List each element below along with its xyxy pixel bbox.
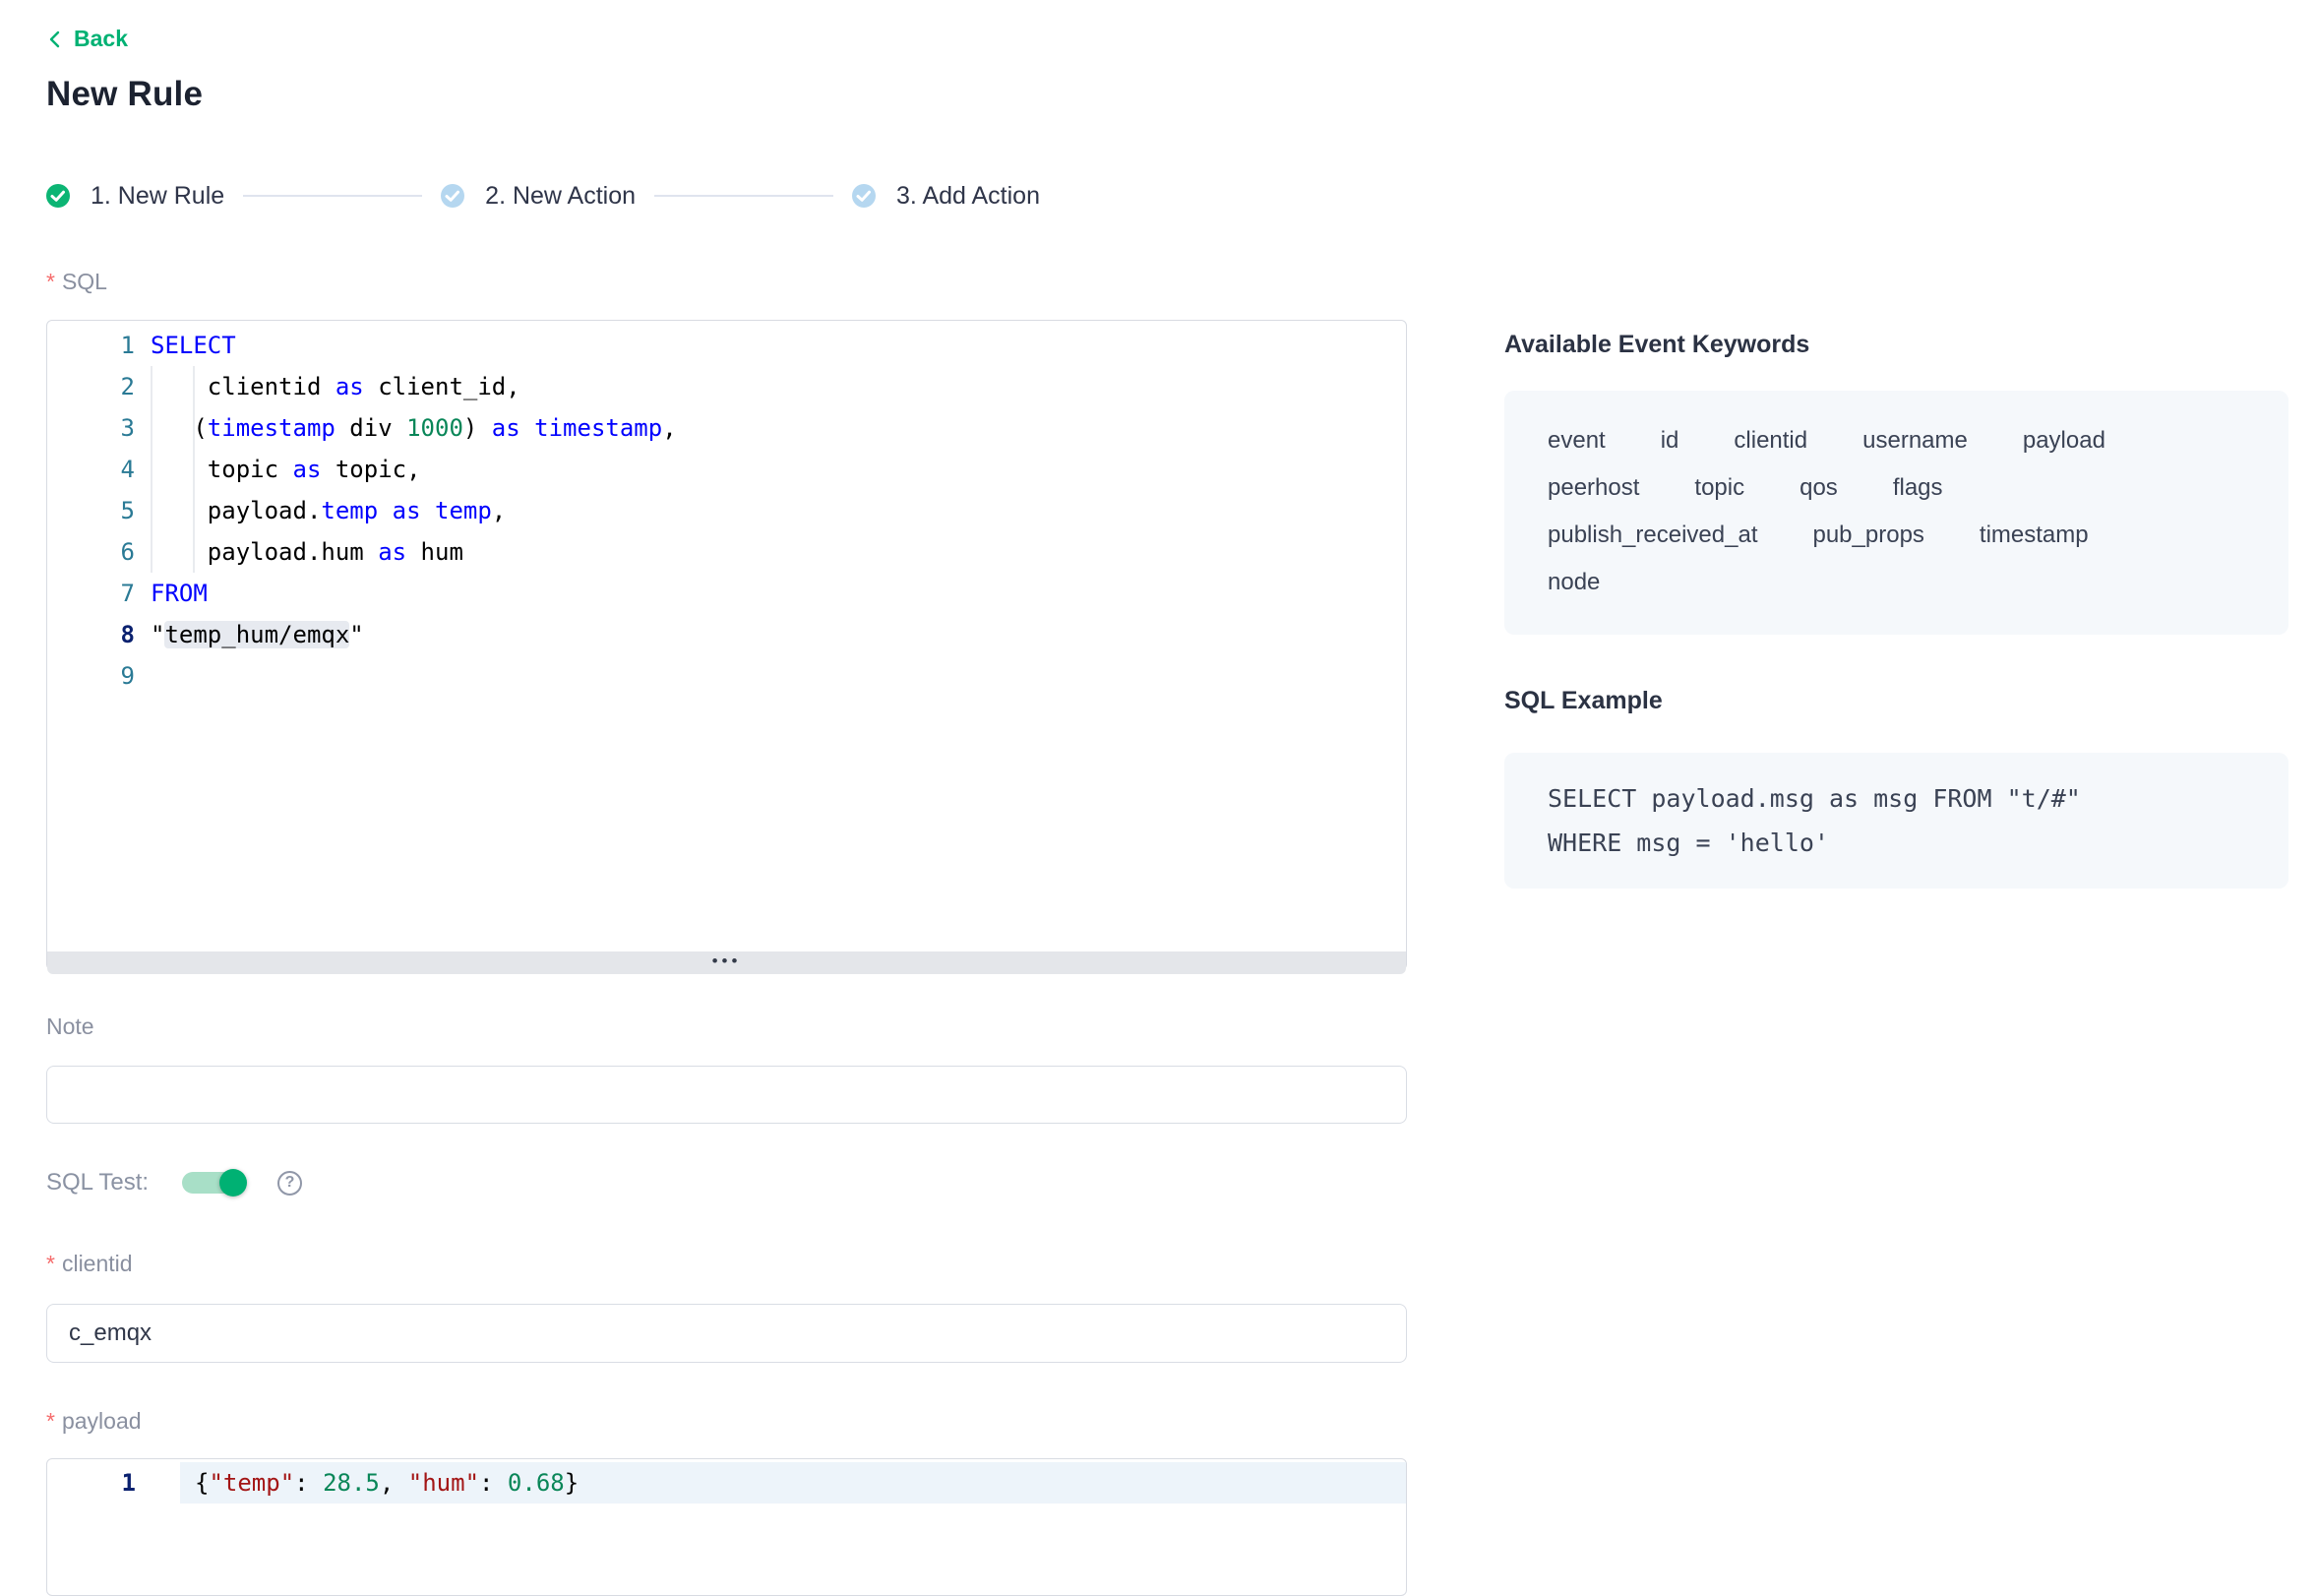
event-keyword: id bbox=[1661, 427, 1679, 455]
line-number: 1 bbox=[47, 332, 151, 359]
required-asterisk: * bbox=[46, 1251, 55, 1276]
line-number: 5 bbox=[47, 497, 151, 524]
step-item[interactable]: 2. New Action bbox=[441, 182, 636, 211]
step-label: 1. New Rule bbox=[91, 182, 224, 211]
keyword-row: peerhost topic qos flags bbox=[1548, 464, 2245, 512]
line-number: 3 bbox=[47, 414, 151, 442]
sql-editor-resize-handle[interactable]: ••• bbox=[47, 951, 1406, 974]
event-keyword: flags bbox=[1893, 474, 1943, 502]
step-item[interactable]: 3. Add Action bbox=[852, 182, 1040, 211]
line-code: SELECT bbox=[151, 332, 236, 359]
event-keyword: clientid bbox=[1734, 427, 1807, 455]
resize-dots-icon: ••• bbox=[712, 952, 742, 969]
sql-editor-code-area[interactable]: 1SELECT2 clientid as client_id,3 (timest… bbox=[47, 321, 1406, 951]
required-asterisk: * bbox=[46, 269, 55, 294]
payload-field-label: *payload bbox=[46, 1408, 142, 1435]
line-number: 6 bbox=[47, 538, 151, 566]
sql-example-title: SQL Example bbox=[1504, 687, 1663, 715]
code-line: 9 bbox=[47, 655, 1406, 697]
code-line: 2 clientid as client_id, bbox=[47, 366, 1406, 407]
event-keyword: username bbox=[1862, 427, 1968, 455]
payload-editor[interactable]: 1{"temp": 28.5, "hum": 0.68} bbox=[46, 1458, 1407, 1596]
sql-test-label: SQL Test: bbox=[46, 1169, 149, 1197]
step-connector bbox=[243, 195, 422, 197]
event-keyword: pub_props bbox=[1812, 522, 1923, 549]
sql-editor[interactable]: 1SELECT2 clientid as client_id,3 (timest… bbox=[46, 320, 1407, 970]
sql-example-line: WHERE msg = 'hello' bbox=[1548, 821, 2245, 865]
line-code: payload.temp as temp, bbox=[151, 497, 506, 524]
line-code: "temp_hum/emqx" bbox=[151, 621, 364, 648]
event-keyword: qos bbox=[1800, 474, 1838, 502]
keyword-row: node bbox=[1548, 559, 2245, 606]
line-code: topic as topic, bbox=[151, 456, 421, 483]
event-keyword: topic bbox=[1694, 474, 1744, 502]
sql-example-box: SELECT payload.msg as msg FROM "t/#"WHER… bbox=[1504, 753, 2288, 889]
clientid-field-label: *clientid bbox=[46, 1251, 133, 1277]
sql-field-label: *SQL bbox=[46, 269, 107, 295]
event-keyword: payload bbox=[2023, 427, 2105, 455]
line-code: payload.hum as hum bbox=[151, 538, 463, 566]
note-field-label: Note bbox=[46, 1013, 94, 1040]
line-code: clientid as client_id, bbox=[151, 373, 520, 400]
step-connector bbox=[654, 195, 833, 197]
code-line: 6 payload.hum as hum bbox=[47, 531, 1406, 573]
step-check-icon bbox=[441, 184, 464, 208]
code-line: 1SELECT bbox=[47, 325, 1406, 366]
line-number: 7 bbox=[47, 580, 151, 607]
event-keyword: node bbox=[1548, 569, 1600, 596]
line-number: 8 bbox=[47, 621, 151, 648]
help-icon[interactable]: ? bbox=[277, 1171, 302, 1196]
line-number: 9 bbox=[47, 662, 151, 690]
code-line: 4 topic as topic, bbox=[47, 449, 1406, 490]
event-keyword: event bbox=[1548, 427, 1606, 455]
keywords-panel-title: Available Event Keywords bbox=[1504, 331, 1809, 359]
line-code: FROM bbox=[151, 580, 208, 607]
step-label: 3. Add Action bbox=[896, 182, 1040, 211]
code-line: 1{"temp": 28.5, "hum": 0.68} bbox=[47, 1462, 1406, 1504]
step-indicator: 1. New Rule 2. New Action 3. Add Action bbox=[46, 181, 1040, 211]
code-line: 7FROM bbox=[47, 573, 1406, 614]
line-code: (timestamp div 1000) as timestamp, bbox=[151, 414, 677, 442]
keyword-row: event id clientid username payload bbox=[1548, 417, 2245, 464]
code-line: 3 (timestamp div 1000) as timestamp, bbox=[47, 407, 1406, 449]
chevron-left-icon bbox=[46, 29, 64, 50]
code-line: 5 payload.temp as temp, bbox=[47, 490, 1406, 531]
line-number: 1 bbox=[47, 1469, 180, 1497]
indent-guide bbox=[193, 366, 195, 573]
event-keyword: peerhost bbox=[1548, 474, 1639, 502]
line-code: {"temp": 28.5, "hum": 0.68} bbox=[180, 1469, 579, 1497]
line-number: 4 bbox=[47, 456, 151, 483]
indent-guide bbox=[151, 366, 152, 573]
note-input[interactable] bbox=[46, 1066, 1407, 1124]
back-label: Back bbox=[74, 26, 128, 52]
clientid-input[interactable] bbox=[46, 1304, 1407, 1363]
step-check-icon bbox=[852, 184, 876, 208]
back-link[interactable]: Back bbox=[46, 26, 128, 52]
step-label: 2. New Action bbox=[485, 182, 636, 211]
event-keyword: publish_received_at bbox=[1548, 522, 1757, 549]
page-title: New Rule bbox=[46, 75, 203, 114]
payload-editor-code-area[interactable]: 1{"temp": 28.5, "hum": 0.68} bbox=[47, 1459, 1406, 1504]
step-item[interactable]: 1. New Rule bbox=[46, 182, 224, 211]
step-check-icon bbox=[46, 184, 70, 208]
sql-test-toggle[interactable] bbox=[182, 1172, 245, 1194]
sql-example-line: SELECT payload.msg as msg FROM "t/#" bbox=[1548, 776, 2245, 821]
required-asterisk: * bbox=[46, 1408, 55, 1434]
line-number: 2 bbox=[47, 373, 151, 400]
keyword-row: publish_received_at pub_props timestamp bbox=[1548, 512, 2245, 559]
event-keywords-box: event id clientid username payload peerhost to… bbox=[1504, 391, 2288, 635]
event-keyword: timestamp bbox=[1980, 522, 2089, 549]
toggle-knob bbox=[219, 1169, 247, 1197]
code-line: 8"temp_hum/emqx" bbox=[47, 614, 1406, 655]
